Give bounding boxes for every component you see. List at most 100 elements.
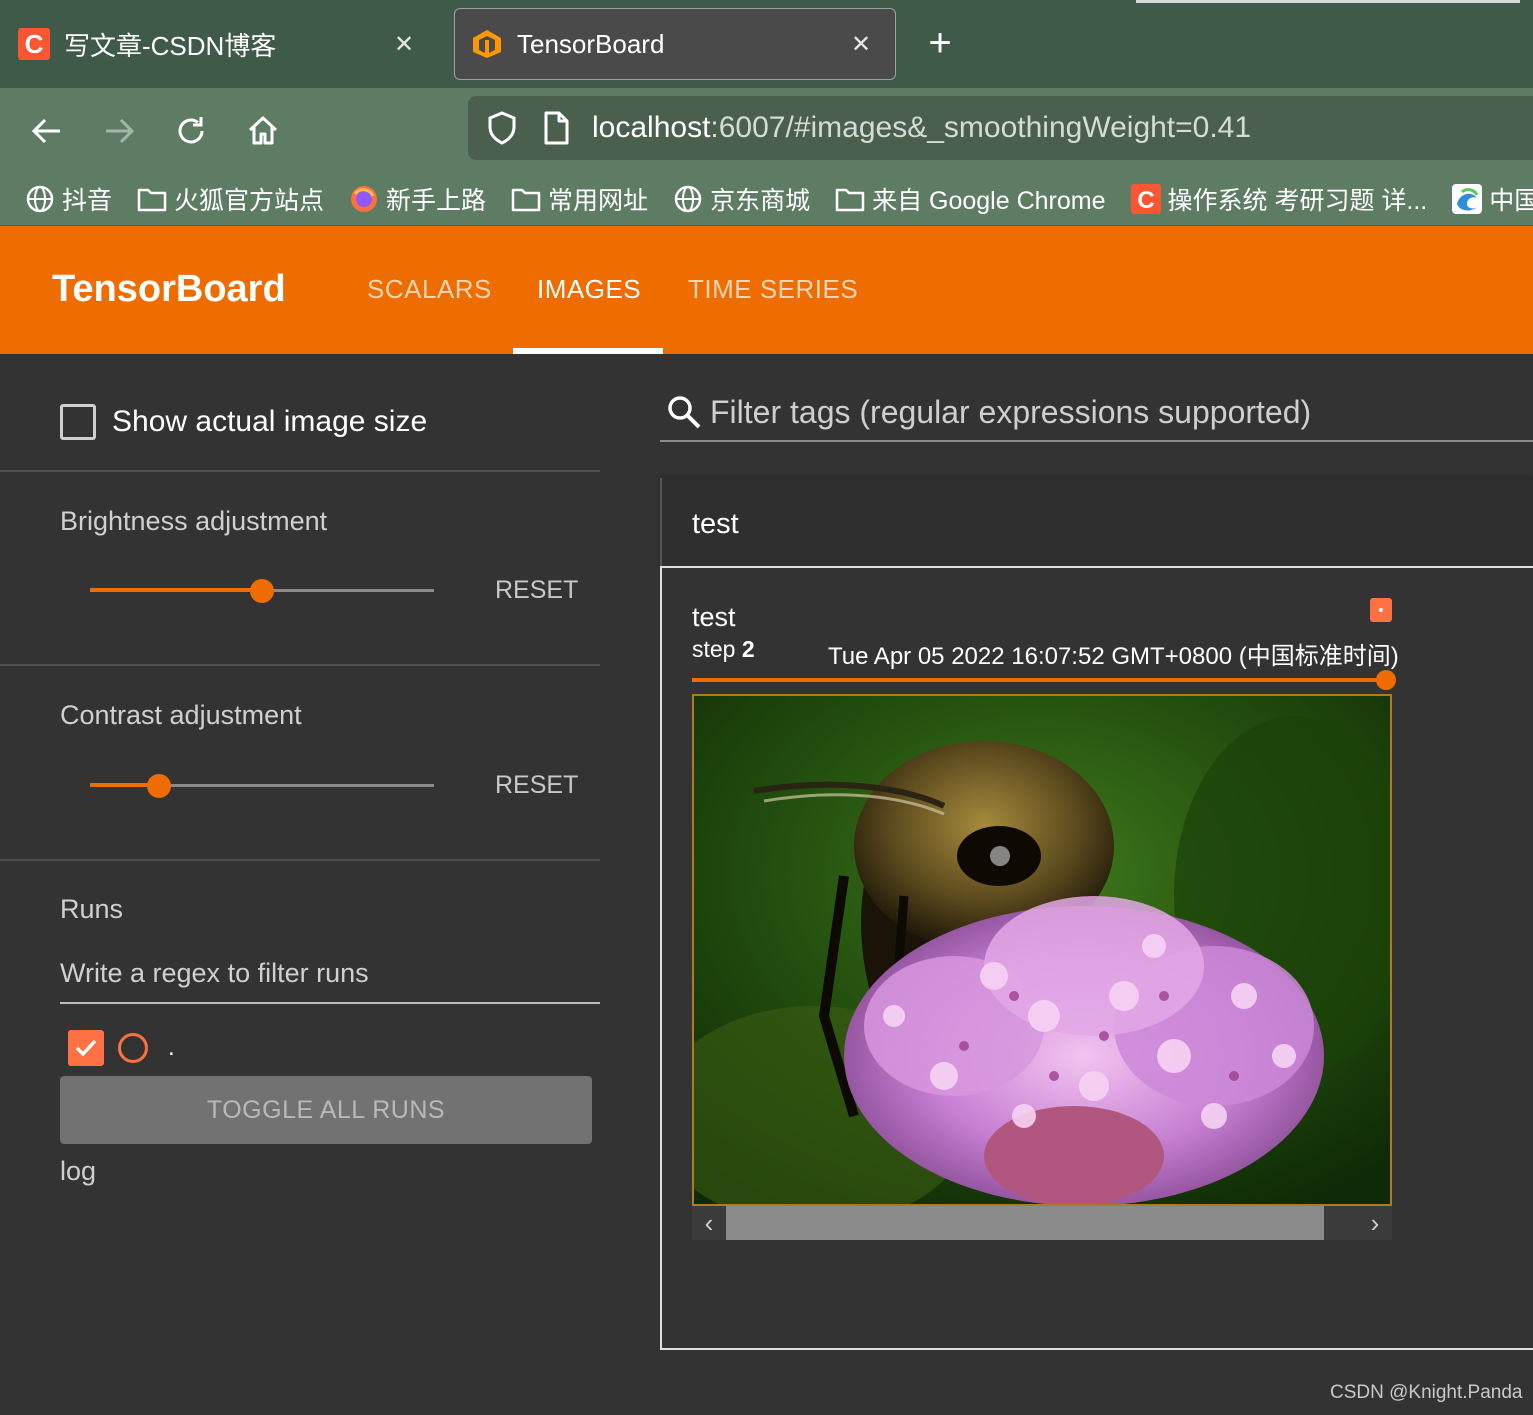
- url-path: :6007/#images&_smoothingWeight=0.41: [710, 111, 1252, 144]
- bookmark-douyin[interactable]: 抖音: [24, 181, 112, 217]
- globe-icon: [24, 183, 56, 215]
- bookmark-label: 中国: [1489, 186, 1533, 215]
- bee-on-flower-image: [692, 694, 1392, 1206]
- reload-icon: [178, 117, 204, 144]
- contrast-reset-button[interactable]: RESET: [495, 771, 578, 800]
- page-icon[interactable]: [536, 108, 576, 148]
- run-item[interactable]: .: [68, 1030, 175, 1066]
- svg-text:C: C: [25, 29, 44, 59]
- bookmark-os-exercises[interactable]: C 操作系统 考研习题 详...: [1130, 181, 1428, 217]
- contrast-slider[interactable]: [90, 771, 434, 801]
- tensorboard-icon: [471, 28, 503, 60]
- watermark: CSDN @Knight.Panda: [1330, 1382, 1523, 1403]
- bookmarks-bar: 抖音 火狐官方站点 新手上路 常用网址 京东商城 来自 Google Chrom…: [0, 172, 1533, 226]
- new-tab-button[interactable]: +: [922, 23, 958, 63]
- folder-icon: [510, 183, 542, 215]
- bookmark-getting-started[interactable]: 新手上路: [348, 181, 486, 217]
- tag-filter-input[interactable]: Filter tags (regular expressions support…: [660, 384, 1533, 442]
- globe-icon: [672, 183, 704, 215]
- run-color-badge: [1370, 598, 1392, 622]
- log-directory: log: [60, 1156, 97, 1186]
- arrow-left-icon: [31, 118, 60, 144]
- bookmark-label: 新手上路: [386, 186, 487, 215]
- tab-images[interactable]: IMAGES: [537, 274, 641, 305]
- runs-filter-input[interactable]: Write a regex to filter runs: [60, 958, 600, 1004]
- home-icon: [248, 116, 278, 145]
- svg-text:C: C: [1137, 187, 1154, 214]
- tensorboard-brand: TensorBoard: [52, 268, 286, 310]
- runs-title: Runs: [60, 894, 124, 924]
- card-tag: test: [692, 602, 736, 632]
- tag-group-title: test: [692, 508, 739, 540]
- browser-nav-bar: localhost:6007/#images&_smoothingWeight=…: [0, 88, 1533, 172]
- sidebar: Show actual image size Brightness adjust…: [0, 354, 600, 1415]
- browser-tab-tensorboard[interactable]: TensorBoard ✕: [454, 8, 896, 80]
- brightness-title: Brightness adjustment: [60, 506, 328, 536]
- show-actual-size-checkbox[interactable]: [60, 404, 96, 440]
- address-bar[interactable]: localhost:6007/#images&_smoothingWeight=…: [468, 96, 1533, 160]
- tab-bar-highlight-line: [1136, 0, 1520, 3]
- slider-thumb[interactable]: [250, 579, 274, 603]
- scrollbar-thumb[interactable]: [726, 1206, 1324, 1240]
- forward-button[interactable]: [94, 106, 144, 156]
- step-value: 2: [741, 636, 755, 662]
- tag-group-header[interactable]: test: [660, 478, 1533, 566]
- close-icon[interactable]: ✕: [388, 28, 420, 60]
- divider: [0, 859, 600, 861]
- toggle-all-runs-button[interactable]: TOGGLE ALL RUNS: [60, 1076, 592, 1144]
- shield-icon[interactable]: [482, 108, 522, 148]
- bookmark-label: 京东商城: [710, 186, 811, 215]
- back-button[interactable]: [22, 106, 72, 156]
- arrow-right-icon: [106, 118, 135, 144]
- bookmark-label: 抖音: [62, 186, 113, 215]
- url-host: localhost: [592, 111, 711, 144]
- edge-icon: [1451, 183, 1483, 215]
- url-text: localhost:6007/#images&_smoothingWeight=…: [592, 111, 1251, 145]
- run-name: .: [168, 1034, 175, 1061]
- tab-title: TensorBoard: [517, 28, 665, 59]
- folder-icon: [834, 183, 866, 215]
- firefox-icon: [348, 183, 380, 215]
- contrast-title: Contrast adjustment: [60, 700, 302, 730]
- csdn-icon: C: [18, 28, 50, 60]
- show-actual-size-label: Show actual image size: [112, 405, 428, 438]
- tab-scalars[interactable]: SCALARS: [367, 274, 492, 305]
- run-color-swatch[interactable]: [118, 1033, 148, 1063]
- tensorboard-header: TensorBoard SCALARS IMAGES TIME SERIES: [0, 226, 1533, 354]
- divider: [0, 664, 600, 666]
- slider-thumb[interactable]: [1376, 670, 1396, 690]
- image-horizontal-scrollbar[interactable]: ‹ ›: [692, 1206, 1392, 1240]
- step-slider[interactable]: [692, 670, 1396, 690]
- step-label: step: [692, 636, 736, 662]
- brightness-reset-button[interactable]: RESET: [495, 576, 578, 605]
- tab-title: 写文章-CSDN博客: [64, 30, 277, 61]
- tag-filter-placeholder: Filter tags (regular expressions support…: [710, 393, 1312, 430]
- bookmark-common-sites[interactable]: 常用网址: [510, 181, 648, 217]
- browser-tab-bar: C 写文章-CSDN博客 ✕ TensorBoard ✕ +: [0, 0, 1533, 88]
- brightness-slider[interactable]: [90, 576, 434, 606]
- bookmark-jd[interactable]: 京东商城: [672, 181, 810, 217]
- runs-filter-placeholder: Write a regex to filter runs: [60, 958, 369, 988]
- reload-button[interactable]: [166, 106, 216, 156]
- browser-tab-csdn[interactable]: C 写文章-CSDN博客 ✕: [18, 8, 438, 80]
- slider-thumb[interactable]: [146, 774, 171, 798]
- divider: [0, 470, 600, 472]
- run-checkbox[interactable]: [68, 1030, 104, 1066]
- show-actual-size-toggle[interactable]: Show actual image size: [60, 404, 427, 440]
- card-step: step 2: [692, 636, 755, 663]
- bookmark-label: 操作系统 考研习题 详...: [1167, 186, 1428, 215]
- check-icon: [75, 1039, 97, 1057]
- slider-track: [692, 678, 1388, 682]
- image-card: test step 2 Tue Apr 05 2022 16:07:52 GMT…: [660, 566, 1533, 1350]
- bookmark-from-chrome[interactable]: 来自 Google Chrome: [834, 181, 1106, 217]
- home-button[interactable]: [238, 106, 288, 156]
- close-icon[interactable]: ✕: [845, 28, 877, 60]
- bookmark-firefox-site[interactable]: 火狐官方站点: [136, 181, 324, 217]
- bookmark-china[interactable]: 中国: [1451, 181, 1533, 217]
- chevron-right-icon[interactable]: ›: [1358, 1206, 1392, 1240]
- tab-time-series[interactable]: TIME SERIES: [688, 274, 858, 305]
- csdn-icon: C: [1130, 183, 1162, 215]
- bookmark-label: 来自 Google Chrome: [872, 186, 1106, 215]
- chevron-left-icon[interactable]: ‹: [692, 1206, 726, 1240]
- search-icon: [664, 392, 704, 432]
